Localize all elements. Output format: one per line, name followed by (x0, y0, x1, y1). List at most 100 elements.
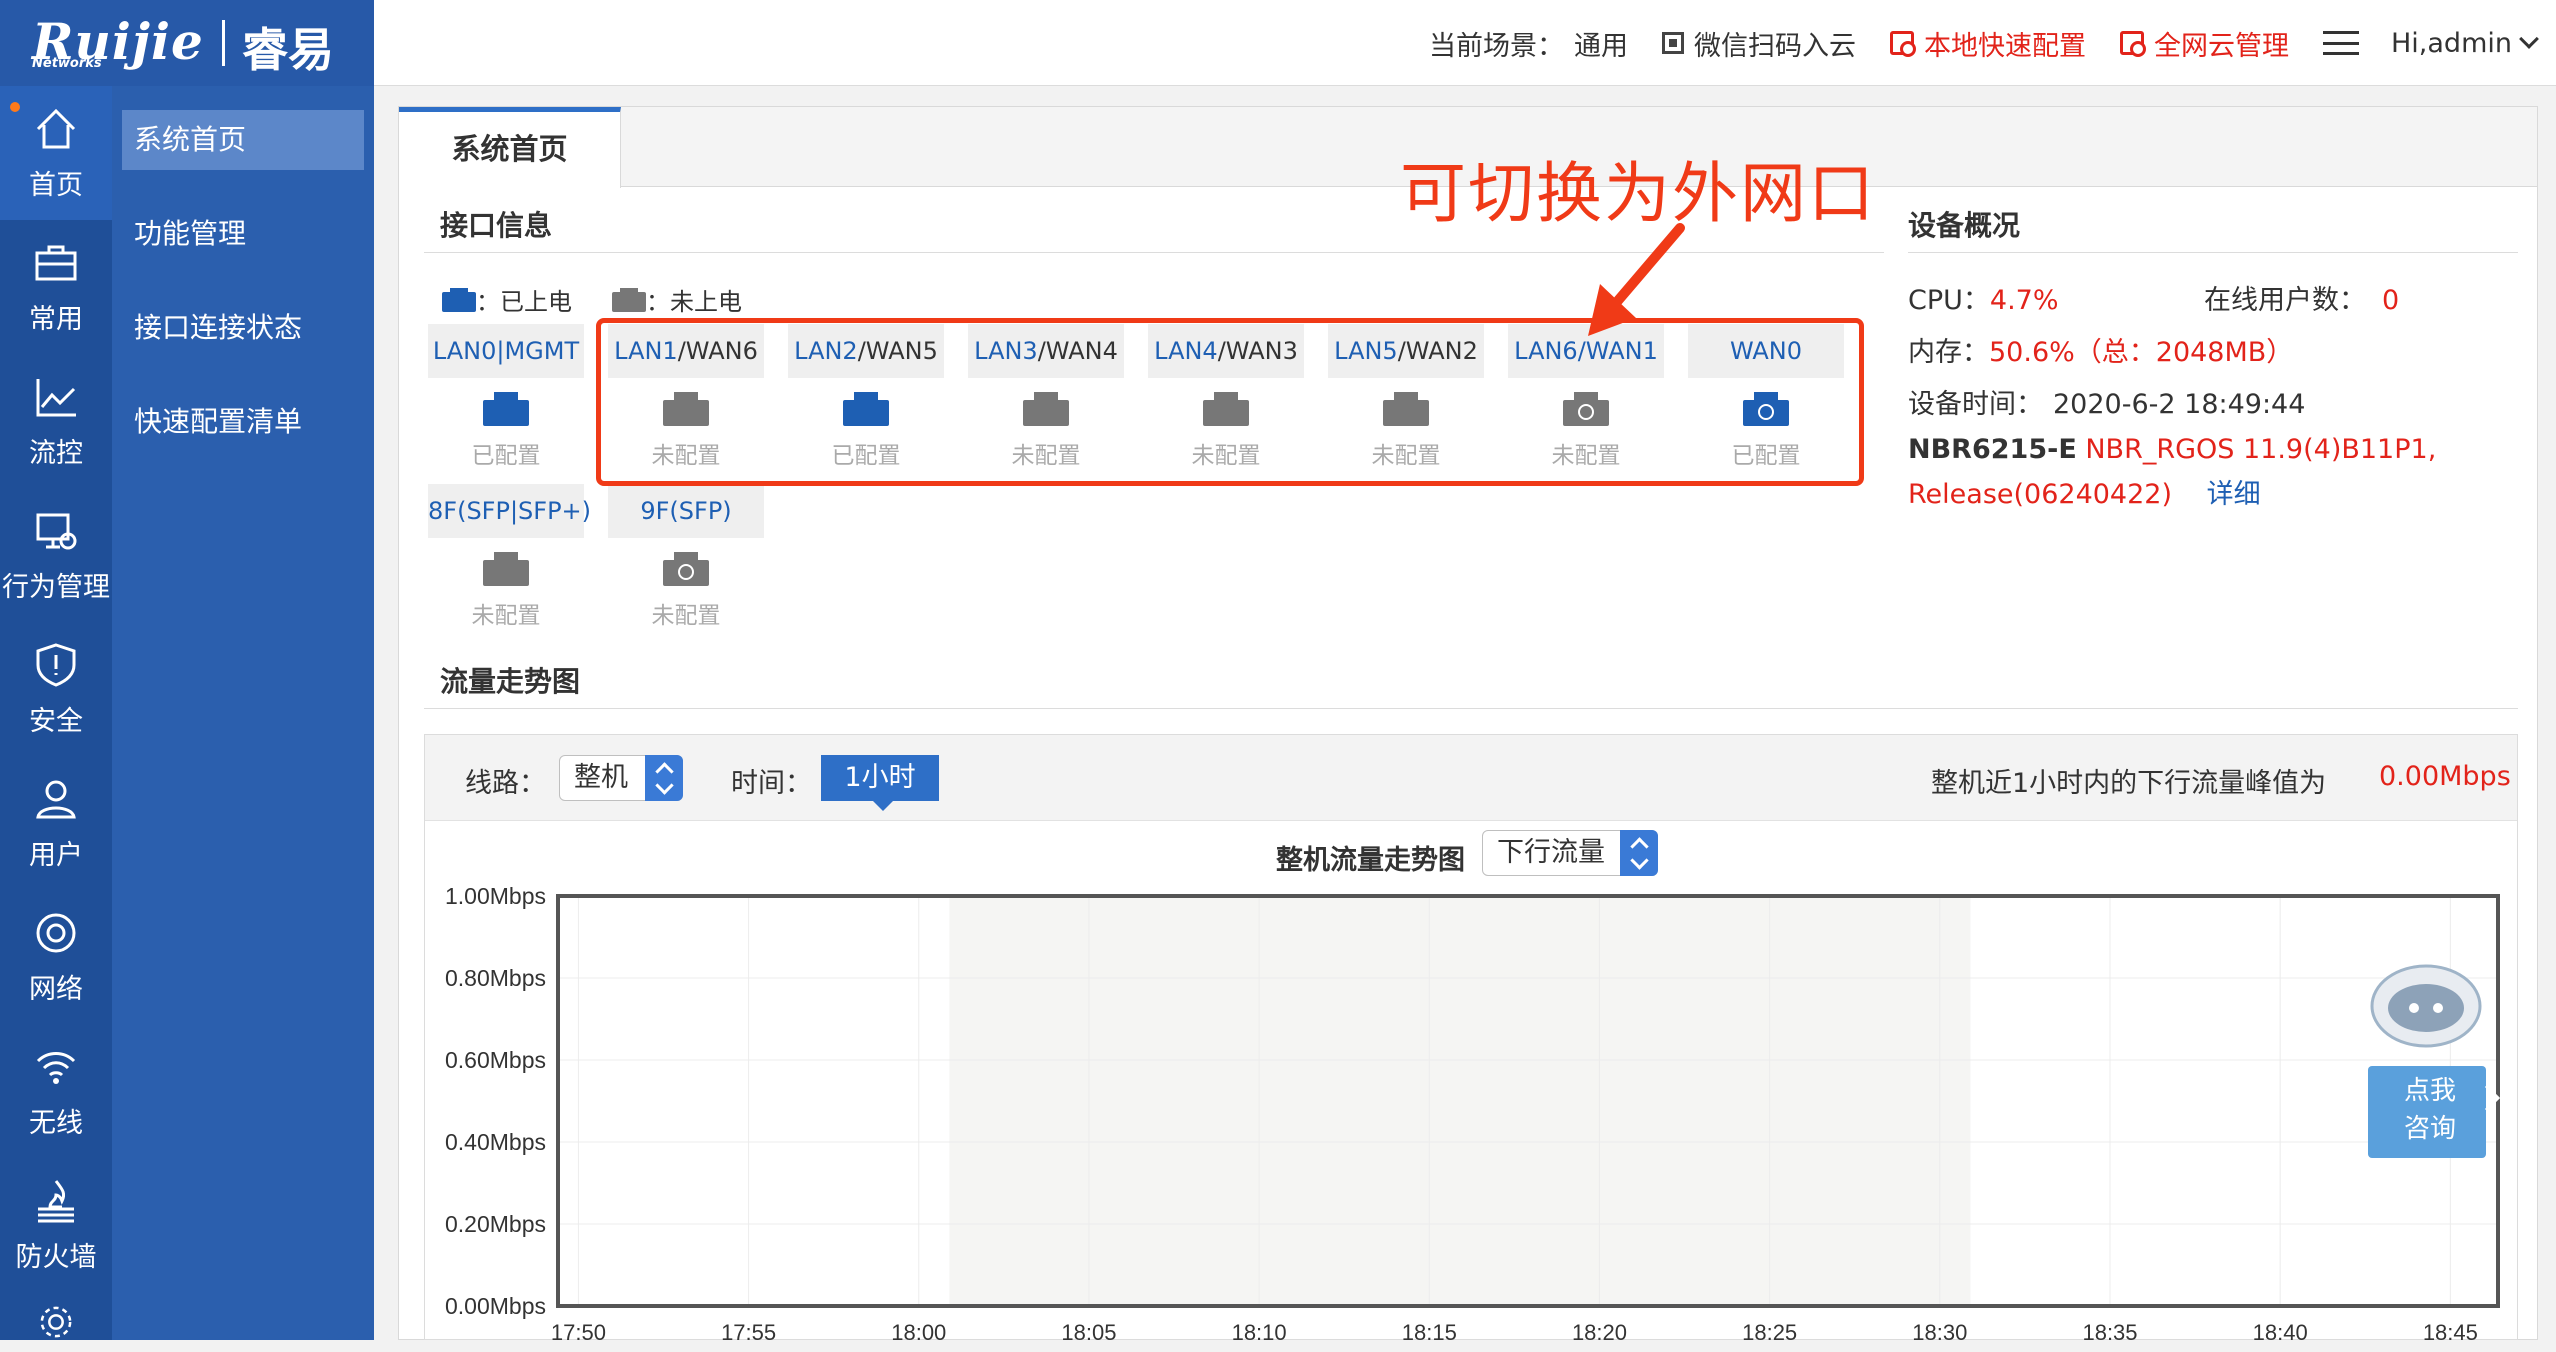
traffic-title: 流量走势图 (440, 665, 581, 698)
cloud-manage-icon (2120, 31, 2146, 57)
port-legend: ：已上电 ：未上电 (442, 282, 782, 317)
monitor-icon (36, 513, 77, 549)
user-greeting: Hi,admin (2391, 27, 2512, 59)
scene-label: 当前场景： (1429, 30, 1564, 62)
line-select[interactable]: 整机 (559, 755, 683, 801)
qr-code-icon (1662, 32, 1684, 54)
detail-link[interactable]: 详细 (2207, 479, 2261, 510)
port-lan-name: 8F(SFP|SFP+) (428, 497, 592, 525)
nav-label: 流控 (29, 437, 83, 469)
wifi-icon (36, 1051, 76, 1084)
user-menu[interactable]: Hi,admin (2323, 27, 2539, 59)
scene-selector[interactable]: 当前场景： 通用 (1429, 24, 1628, 63)
line-select-value: 整机 (574, 762, 628, 793)
traffic-filter-bar: 线路： 整机 时间： 1小时 整机近1小时内的下行流量峰值为 0.00Mbps (425, 735, 2517, 821)
device-time-label: 设备时间： (1908, 389, 2043, 420)
globe-icon (36, 913, 76, 952)
robot-text-2: 咨询 (2403, 1114, 2456, 1144)
device-time-value: 2020-6-2 18:49:44 (2053, 389, 2306, 420)
chevron-down-icon (2519, 29, 2539, 49)
ethernet-port-icon (663, 552, 709, 586)
toolbox-icon (35, 245, 77, 280)
chart-icon (36, 378, 76, 416)
subnav-quick-config-list[interactable]: 快速配置清单 (122, 392, 364, 452)
firmware-release: Release(06240422) (1908, 479, 2172, 510)
subnav-system-home[interactable]: 系统首页 (122, 110, 364, 170)
online-users-value: 0 (2382, 285, 2400, 316)
device-time-row: 设备时间： 2020-6-2 18:49:44 (1908, 382, 2305, 421)
port-label: 8F(SFP|SFP+) (428, 484, 591, 538)
nav-label: 无线 (29, 1107, 83, 1139)
cloud-management-link[interactable]: 全网云管理 (2120, 24, 2289, 63)
ethernet-port-icon (483, 552, 529, 586)
memory-row: 内存：50.6%（总：2048MB） (1908, 330, 2293, 369)
nav-flow-control[interactable]: 流控 (0, 354, 112, 488)
nav-wireless[interactable]: 无线 (0, 1024, 112, 1158)
local-quick-config-link[interactable]: 本地快速配置 (1890, 24, 2086, 63)
online-users-label: 在线用户数： (2204, 285, 2366, 316)
globe-icon (678, 564, 694, 580)
local-config-label: 本地快速配置 (1924, 30, 2086, 62)
home-icon (36, 108, 76, 148)
legend-powered-label: ：已上电 (476, 288, 572, 316)
nav-label: 首页 (29, 169, 83, 201)
port-8f-sfp-sfp-[interactable]: 8F(SFP|SFP+) 未配置 (428, 484, 591, 634)
time-1hour-button[interactable]: 1小时 (821, 755, 939, 811)
port-label: 9F(SFP) (608, 484, 764, 538)
port-9f-sfp-[interactable]: 9F(SFP) 未配置 (608, 484, 764, 634)
ethernet-port-icon (483, 392, 529, 426)
port-powered-icon (442, 287, 476, 312)
port-label: LAN0|MGMT (428, 324, 584, 378)
nav-home[interactable]: 首页 (0, 86, 112, 220)
cloud-manage-label: 全网云管理 (2154, 30, 2289, 62)
peak-text: 整机近1小时内的下行流量峰值为 (1931, 768, 2327, 799)
legend-powered: ：已上电 (442, 282, 572, 317)
device-summary-title: 设备概况 (1908, 209, 2021, 242)
memory-label: 内存： (1908, 337, 1989, 368)
subnav-feature-manage[interactable]: 功能管理 (122, 204, 364, 264)
nav-settings[interactable] (0, 1292, 112, 1352)
legend-unpowered-label: ：未上电 (646, 288, 742, 316)
notification-dot (10, 102, 20, 112)
nav-security[interactable]: 安全 (0, 622, 112, 756)
robot-text-1: 点我 (2403, 1076, 2456, 1106)
help-robot-widget[interactable]: 点我 咨询 (2360, 956, 2501, 1170)
divider (1908, 252, 2518, 253)
wechat-cloud-link[interactable]: 微信扫码入云 (1662, 24, 1856, 63)
nav-network[interactable]: 网络 (0, 890, 112, 1024)
nav-label: 网络 (29, 973, 83, 1005)
logo-networks: Networks (32, 56, 102, 71)
nav-behavior[interactable]: 行为管理 (0, 488, 112, 622)
model-row: NBR6215-E NBR_RGOS 11.9(4)B11P1, (1908, 434, 2436, 465)
nav-common[interactable]: 常用 (0, 220, 112, 354)
wechat-label: 微信扫码入云 (1694, 30, 1856, 62)
quick-config-icon (1890, 31, 1916, 57)
hamburger-menu-icon[interactable] (2323, 31, 2359, 55)
firmware-version: NBR_RGOS 11.9(4)B11P1, (2085, 434, 2437, 465)
user-icon (36, 780, 76, 818)
nav-label: 防火墙 (15, 1241, 97, 1273)
port-lan0-mgmt[interactable]: LAN0|MGMT 已配置 (428, 324, 584, 474)
subnav-interface-status[interactable]: 接口连接状态 (122, 298, 364, 358)
model-name: NBR6215-E (1908, 434, 2077, 465)
nav-users[interactable]: 用户 (0, 756, 112, 890)
top-nav: 当前场景： 通用 微信扫码入云 本地快速配置 全网云管理 Hi,admin (1395, 0, 2539, 86)
nav-firewall[interactable]: 防火墙 (0, 1158, 112, 1292)
sub-sidebar: 系统首页 功能管理 接口连接状态 快速配置清单 (112, 86, 374, 1340)
peak-value: 0.00Mbps (2379, 761, 2511, 792)
select-arrows-icon (1620, 830, 1658, 876)
port-status: 未配置 (651, 603, 721, 629)
time-label: 时间： (731, 768, 812, 799)
port-status: 未配置 (471, 603, 541, 629)
online-users-row: 在线用户数： 0 (2204, 278, 2399, 317)
firewall-icon (38, 1179, 74, 1222)
direction-select[interactable]: 下行流量 (1482, 830, 1658, 876)
nav-label: 行为管理 (2, 571, 110, 603)
interface-info-title: 接口信息 (440, 209, 553, 242)
port-status: 已配置 (471, 443, 541, 469)
scene-value: 通用 (1574, 30, 1628, 62)
annotation-arrow-icon (1588, 223, 1685, 336)
tab-system-home[interactable]: 系统首页 (399, 107, 621, 188)
port-lan-name: 9F(SFP) (640, 497, 732, 525)
nav-label: 用户 (29, 839, 83, 871)
